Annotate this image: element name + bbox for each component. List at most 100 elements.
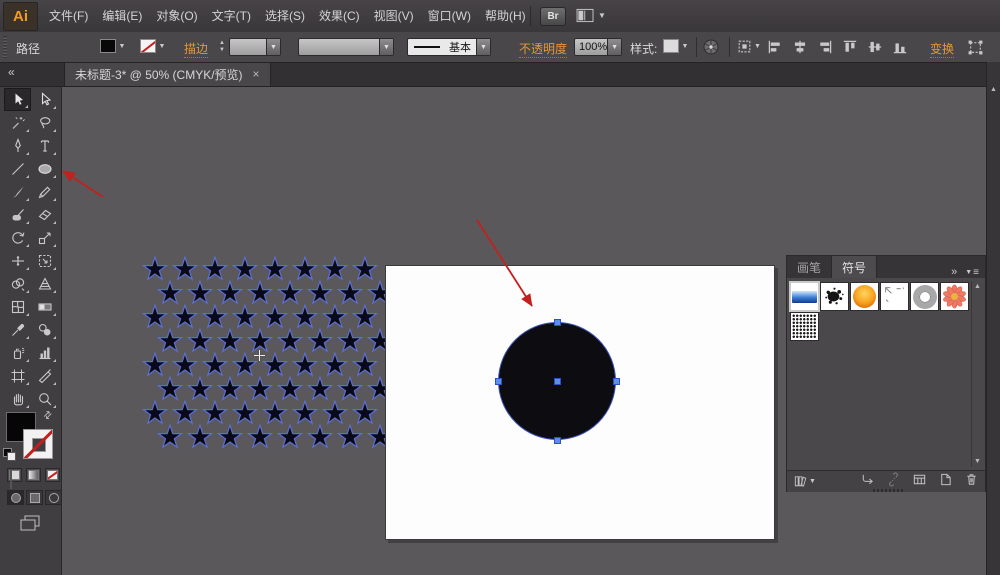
ellipse-tool[interactable] xyxy=(31,157,58,180)
stroke-color-indicator[interactable] xyxy=(23,429,53,459)
scroll-up-icon[interactable]: ▲ xyxy=(990,86,997,93)
control-bar-grip[interactable] xyxy=(3,36,7,58)
chevron-down-icon[interactable]: ▼ xyxy=(156,39,168,53)
delete-symbol-button[interactable] xyxy=(964,472,979,492)
menu-item-type[interactable]: 文字(T) xyxy=(205,0,258,32)
line-segment-tool[interactable] xyxy=(4,157,31,180)
align-vertical-center-button[interactable] xyxy=(866,38,884,61)
align-horizontal-right-button[interactable] xyxy=(816,38,834,61)
pencil-tool[interactable] xyxy=(31,180,58,203)
menu-item-object[interactable]: 对象(O) xyxy=(149,0,204,32)
star-shape[interactable]: ★ xyxy=(275,426,305,450)
rotate-tool[interactable] xyxy=(4,226,31,249)
width-tool[interactable] xyxy=(4,249,31,272)
stroke-color-control[interactable]: ▼ xyxy=(140,39,168,53)
collapse-panel-icon[interactable]: « xyxy=(8,65,15,79)
paintbrush-tool[interactable] xyxy=(4,180,31,203)
slice-tool[interactable] xyxy=(31,364,58,387)
panel-resize-grip[interactable] xyxy=(873,489,903,492)
hand-tool[interactable] xyxy=(4,387,31,410)
chevron-down-icon[interactable]: ▼ xyxy=(116,39,128,53)
chevron-down-icon[interactable]: ▼ xyxy=(607,39,621,55)
workspace-switcher-button[interactable]: ▼ xyxy=(576,8,606,23)
pen-tool[interactable] xyxy=(4,134,31,157)
menu-item-window[interactable]: 窗口(W) xyxy=(421,0,478,32)
chevron-down-icon[interactable]: ▼ xyxy=(379,39,393,55)
panel-expand-icon[interactable]: » xyxy=(951,266,957,278)
opacity-combo[interactable]: 100% ▼ xyxy=(574,38,622,56)
menu-item-effect[interactable]: 效果(C) xyxy=(312,0,367,32)
symbol-sprayer-tool[interactable] xyxy=(4,341,31,364)
menu-item-file[interactable]: 文件(F) xyxy=(42,0,95,32)
panel-scrollbar[interactable]: ▲ ▼ xyxy=(971,281,983,467)
star-shape[interactable]: ★ xyxy=(155,426,185,450)
column-graph-tool[interactable] xyxy=(31,341,58,364)
swap-fill-stroke-icon[interactable]: ⇄ xyxy=(41,409,55,423)
selection-tool[interactable] xyxy=(4,88,31,111)
orange-orb-symbol[interactable] xyxy=(850,282,879,311)
align-vertical-bottom-button[interactable] xyxy=(891,38,909,61)
shape-builder-tool[interactable] xyxy=(4,272,31,295)
star-shape[interactable]: ★ xyxy=(335,426,365,450)
star-shape[interactable]: ★ xyxy=(245,426,275,450)
symbol-options-button[interactable] xyxy=(912,472,927,492)
width-profile-combo[interactable]: ▼ xyxy=(298,38,394,56)
color-gradient-button[interactable] xyxy=(26,468,41,482)
symbol-libraries-menu-button[interactable]: ▼ xyxy=(793,474,816,489)
menu-item-edit[interactable]: 编辑(E) xyxy=(95,0,149,32)
scale-tool[interactable] xyxy=(31,226,58,249)
align-horizontal-left-button[interactable] xyxy=(766,38,784,61)
flower-symbol[interactable] xyxy=(940,282,969,311)
align-vertical-top-button[interactable] xyxy=(841,38,859,61)
artboard-tool[interactable] xyxy=(4,364,31,387)
anchor-point-top[interactable] xyxy=(554,319,561,326)
anchor-point-left[interactable] xyxy=(495,378,502,385)
registration-marks-symbol[interactable] xyxy=(880,282,909,311)
fill-color-control[interactable]: ▼ xyxy=(100,39,128,53)
menu-item-select[interactable]: 选择(S) xyxy=(258,0,312,32)
halftone-pattern-symbol[interactable] xyxy=(790,312,819,341)
star-shape[interactable]: ★ xyxy=(185,426,215,450)
tab-symbols[interactable]: 符号 xyxy=(831,255,877,278)
default-colors-icon[interactable] xyxy=(3,448,15,460)
star-shape[interactable]: ★ xyxy=(215,426,245,450)
color-none-button[interactable] xyxy=(45,468,60,482)
chevron-down-icon[interactable]: ▼ xyxy=(476,39,490,55)
mesh-tool[interactable] xyxy=(4,295,31,318)
menu-item-view[interactable]: 视图(V) xyxy=(367,0,421,32)
tab-brushes[interactable]: 画笔 xyxy=(787,256,831,278)
blend-tool[interactable] xyxy=(31,318,58,341)
bridge-button[interactable]: Br xyxy=(540,7,566,26)
eraser-tool[interactable] xyxy=(31,203,58,226)
eyedropper-tool[interactable] xyxy=(4,318,31,341)
direct-selection-tool[interactable] xyxy=(31,88,58,111)
app-logo[interactable]: Ai xyxy=(3,2,38,31)
ink-splat-symbol[interactable] xyxy=(820,282,849,311)
transform-panel-link[interactable]: 变换 xyxy=(930,40,954,58)
scroll-up-icon[interactable]: ▲ xyxy=(974,283,981,290)
center-point[interactable] xyxy=(554,378,561,385)
draw-behind-button[interactable] xyxy=(26,490,43,505)
brush-definition-combo[interactable]: 基本 ▼ xyxy=(407,38,491,56)
free-transform-tool[interactable] xyxy=(31,249,58,272)
type-tool[interactable] xyxy=(31,134,58,157)
align-horizontal-center-button[interactable] xyxy=(791,38,809,61)
tab-close-icon[interactable]: × xyxy=(253,67,260,81)
recolor-artwork-button[interactable] xyxy=(702,38,720,56)
style-swatch[interactable] xyxy=(663,39,679,53)
star-pattern-artwork[interactable]: ★★★★★★★★★★★★★★★★★★★★★★★★★★★★★★★★★★★★★★★★… xyxy=(140,258,395,450)
draw-normal-button[interactable] xyxy=(7,490,24,505)
stroke-weight-stepper[interactable]: ▲▼ xyxy=(217,39,227,55)
menu-item-help[interactable]: 帮助(H) xyxy=(478,0,533,32)
gray-ring-symbol[interactable] xyxy=(910,282,939,311)
zoom-tool[interactable] xyxy=(31,387,58,410)
gradient-tool[interactable] xyxy=(31,295,58,318)
opacity-panel-link[interactable]: 不透明度 xyxy=(519,40,567,58)
document-tab[interactable]: 未标题-3* @ 50% (CMYK/预览) × xyxy=(64,62,271,86)
chevron-down-icon[interactable]: ▼ xyxy=(679,39,691,53)
magic-wand-tool[interactable] xyxy=(4,111,31,134)
draw-inside-button[interactable] xyxy=(45,490,62,505)
align-to-selection-button[interactable]: ▼ xyxy=(736,38,761,55)
stroke-weight-combo[interactable]: ▼ xyxy=(229,38,281,56)
blob-brush-tool[interactable] xyxy=(4,203,31,226)
